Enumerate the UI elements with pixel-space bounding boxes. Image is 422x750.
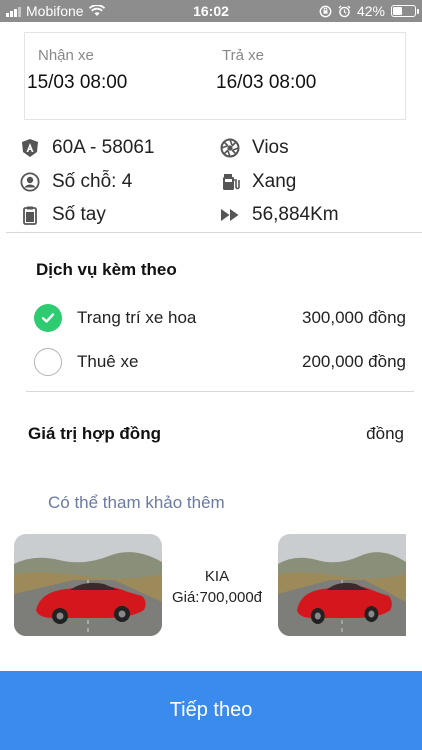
contract-value: đồng (366, 424, 404, 443)
status-bar: Mobifone 16:02 42% (0, 0, 422, 22)
service-name: Thuê xe (77, 352, 139, 371)
contract-label: Giá trị hợp đồng (28, 424, 161, 443)
car-model-icon (220, 138, 240, 158)
spec-plate: 60A - 58061 (20, 137, 154, 159)
service-name: Trang trí xe hoa (77, 308, 197, 327)
status-right: 42% (319, 3, 419, 19)
battery-percent: 42% (356, 3, 385, 19)
spec-fuel: Xang (220, 171, 296, 193)
car-info[interactable]: KIA Giá:700,000đ (162, 566, 272, 608)
fuel-value: Xang (252, 171, 297, 192)
unchecked-icon[interactable] (34, 348, 62, 376)
service-price: 200,000 đồng (302, 352, 406, 371)
service-price: 300,000 đồng (302, 308, 406, 327)
plate-value: 60A - 58061 (52, 137, 155, 158)
services-title: Dịch vụ kèm theo (36, 260, 177, 279)
spec-model: Vios (220, 137, 289, 159)
seats-value: Số chỗ: 4 (52, 171, 133, 192)
car-photo[interactable] (278, 534, 406, 636)
alarm-icon (338, 5, 351, 17)
mileage-value: 56,884Km (252, 204, 339, 225)
rotation-lock-icon (319, 5, 332, 17)
spec-seats: Số chỗ: 4 (20, 171, 132, 193)
return-label: Trả xe (222, 47, 264, 64)
battery-icon (391, 5, 419, 17)
car-photo[interactable] (14, 534, 162, 636)
divider (6, 232, 422, 233)
return-value: 16/03 08:00 (216, 72, 317, 93)
model-value: Vios (252, 137, 289, 158)
divider (26, 391, 414, 392)
clipboard-icon (23, 206, 37, 225)
transmission-value: Số tay (52, 204, 106, 225)
spec-mileage: 56,884Km (220, 204, 339, 226)
service-row-rental[interactable]: Thuê xe 200,000 đồng (34, 347, 406, 377)
car-brand: KIA (204, 568, 230, 585)
pickup-value: 15/03 08:00 (27, 72, 128, 93)
fuel-pump-icon (223, 174, 240, 190)
pickup-label: Nhận xe (38, 47, 94, 64)
seat-user-icon (20, 172, 40, 192)
pickup-date[interactable]: Nhận xe 15/03 08:00 (27, 47, 127, 94)
spec-transmission: Số tay (20, 204, 106, 226)
fast-forward-icon (221, 209, 239, 221)
checked-icon[interactable] (34, 304, 62, 332)
suggestions-title: Có thể tham khảo thêm (48, 493, 225, 512)
next-button[interactable]: Tiếp theo (0, 671, 422, 750)
return-date[interactable]: Trả xe 16/03 08:00 (216, 47, 316, 94)
service-row-decoration[interactable]: Trang trí xe hoa 300,000 đồng (34, 303, 406, 333)
rental-dates-box[interactable]: Nhận xe 15/03 08:00 Trả xe 16/03 08:00 (24, 32, 406, 120)
license-plate-icon (22, 139, 38, 157)
car-price: Giá:700,000đ (171, 589, 263, 606)
